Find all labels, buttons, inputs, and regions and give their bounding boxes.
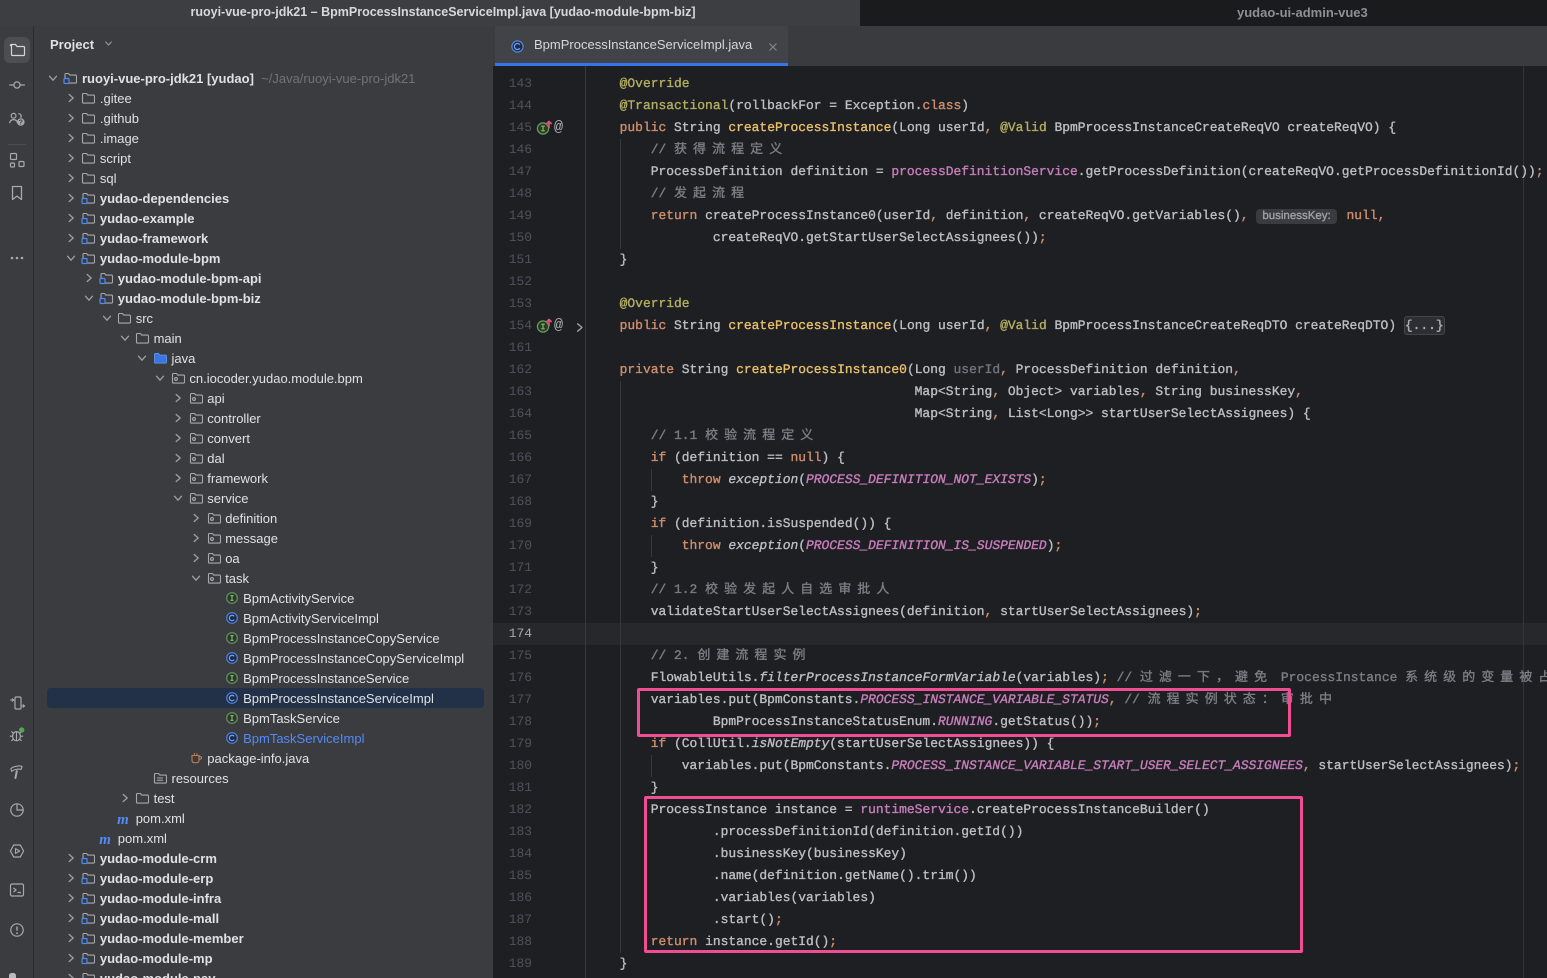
svg-text:?: ? bbox=[19, 120, 23, 127]
